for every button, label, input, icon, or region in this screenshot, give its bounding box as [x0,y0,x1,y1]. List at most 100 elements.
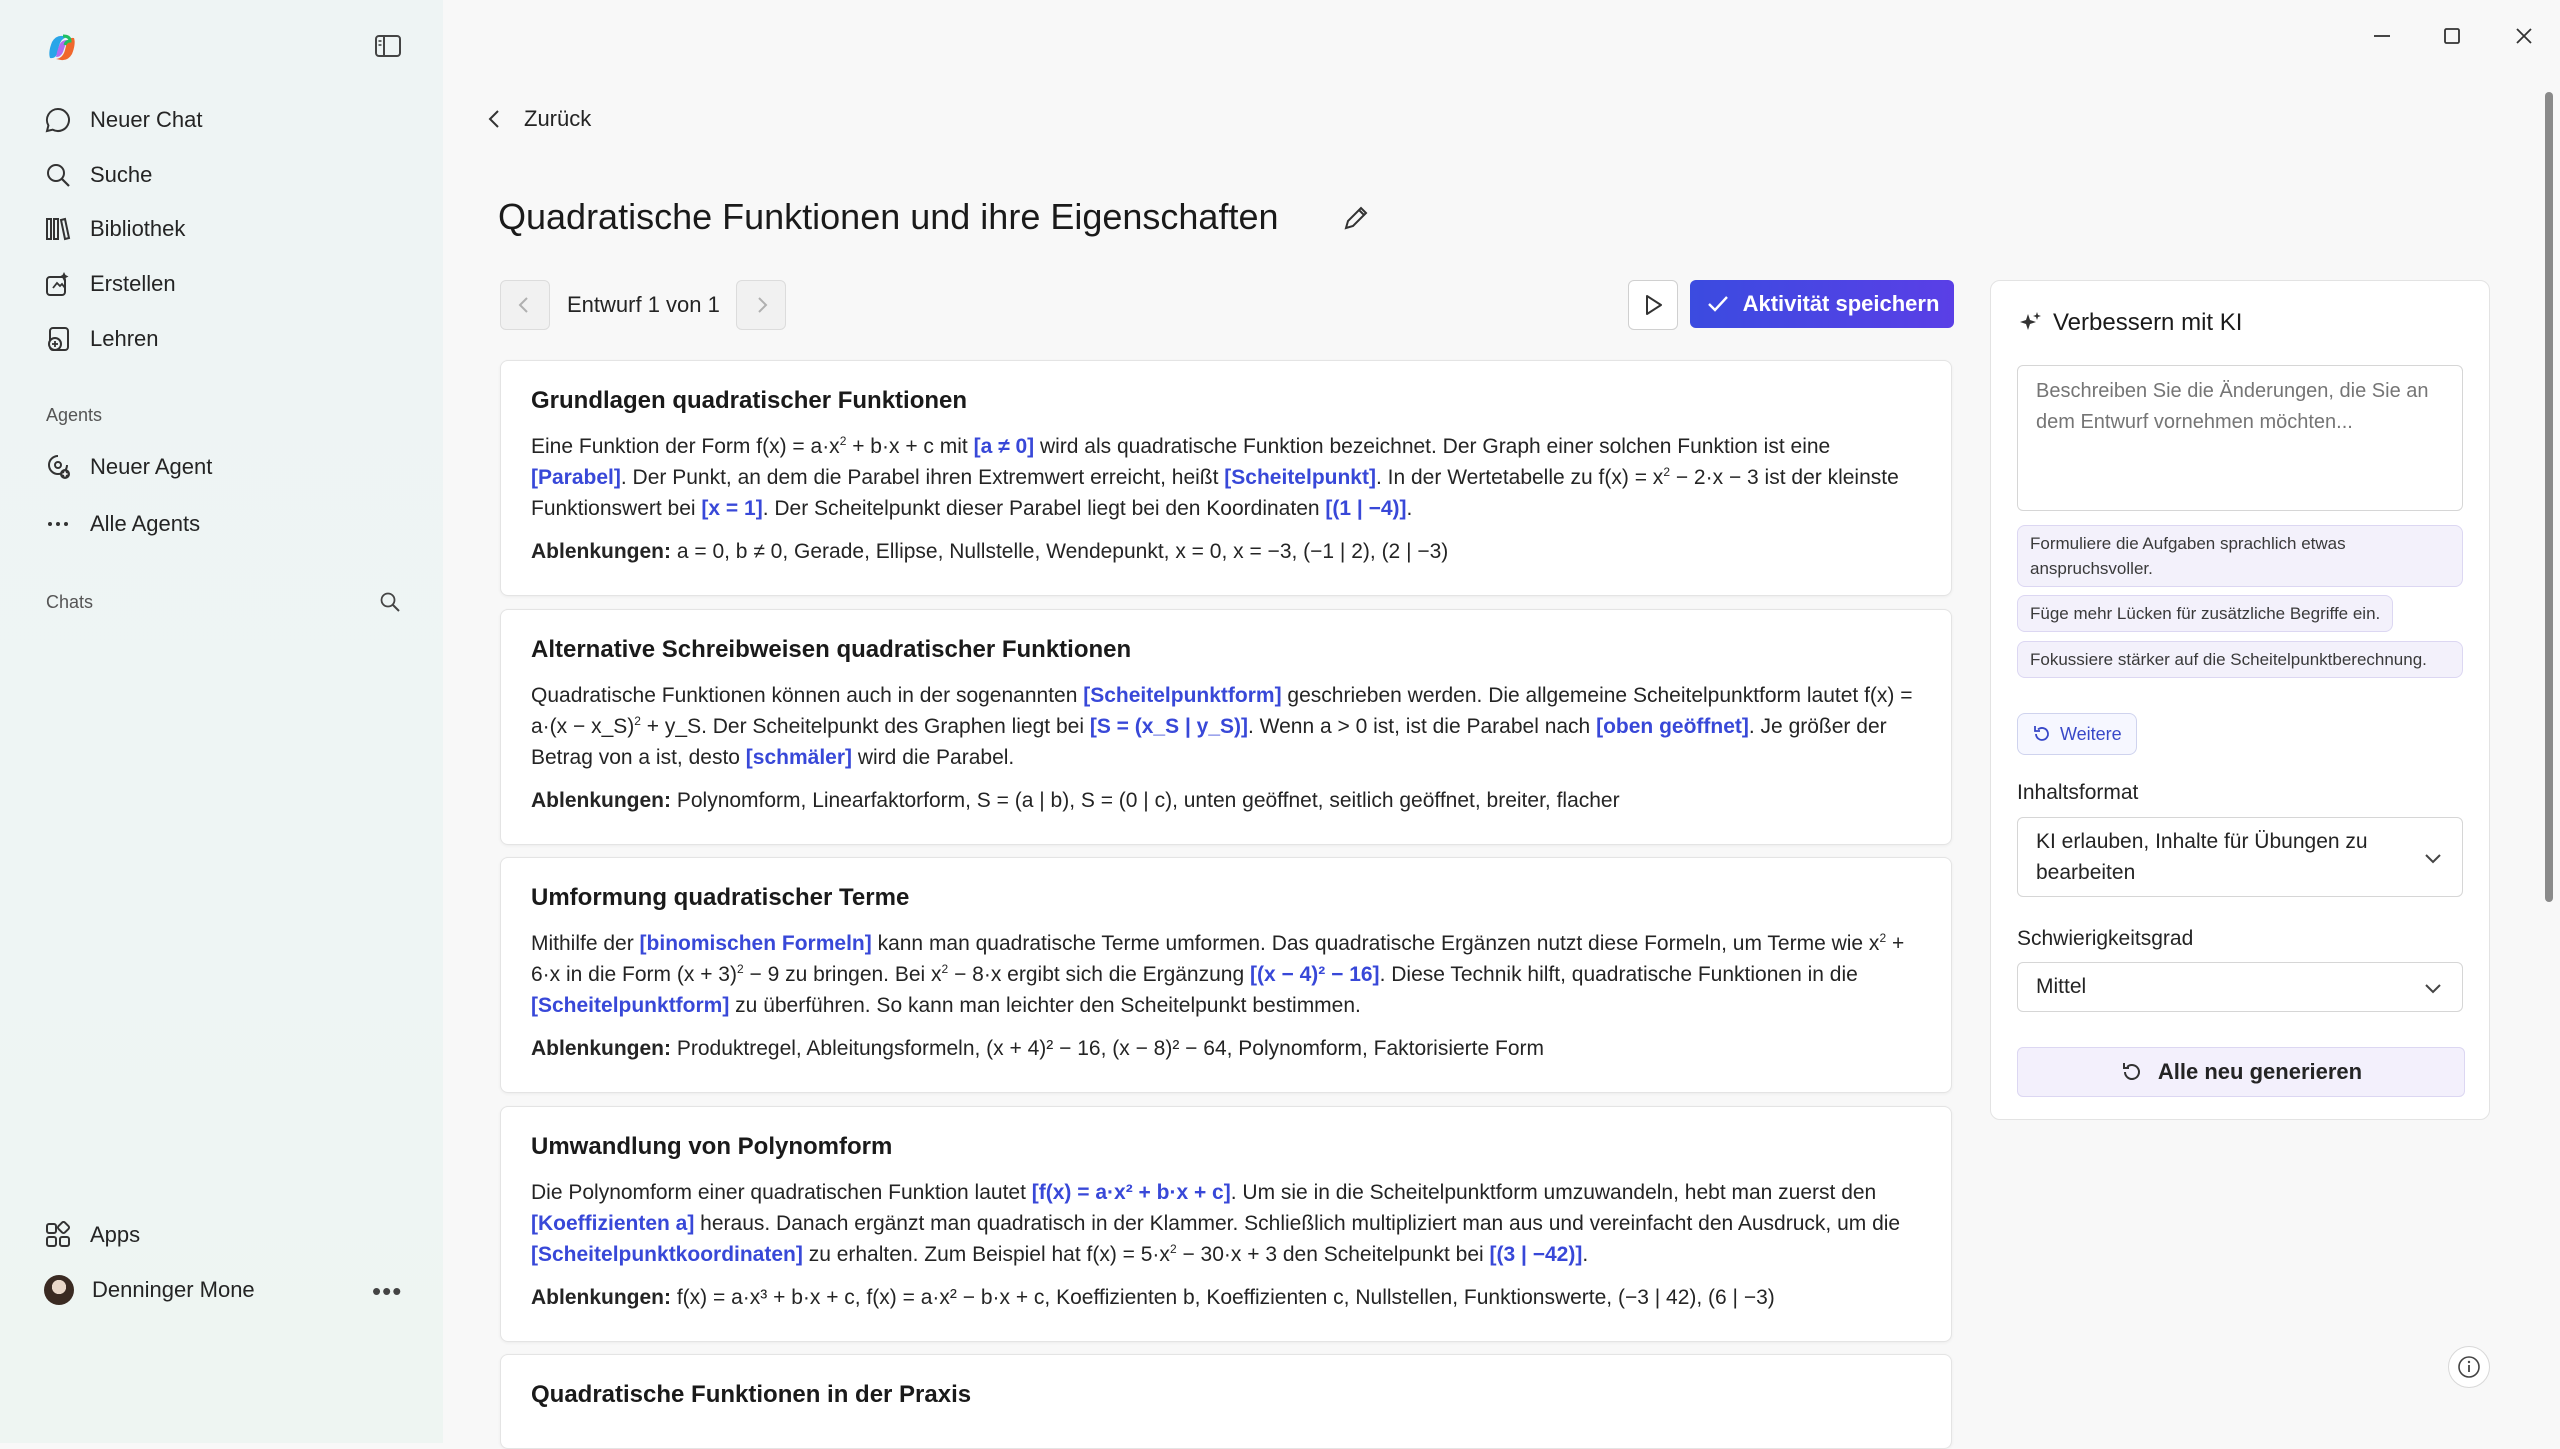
text-segment: + b·x + c mit [846,435,974,458]
preview-play-button[interactable] [1628,280,1678,330]
more-label: Weitere [2060,723,2122,744]
panel-title-text: Verbessern mit KI [2053,309,2243,336]
gap-word: [Koeffizienten a] [531,1212,695,1235]
card-title: Alternative Schreibweisen quadratischer … [531,636,1132,663]
card-body: Mithilfe der [binomischen Formeln] kann … [531,928,1921,1021]
sidebar-toggle-icon[interactable] [374,34,402,58]
sidebar: Neuer Chat Suche Bibliothek Erstellen Le… [0,0,443,1443]
text-segment: Die Polynomform einer quadratischen Funk… [531,1181,1032,1204]
info-icon [2458,1356,2480,1378]
nav-label: Neuer Agent [90,454,213,479]
exercise-card[interactable]: Alternative Schreibweisen quadratischer … [500,609,1952,845]
chat-icon [45,107,70,133]
nav-all-agents[interactable]: Alle Agents [44,504,200,544]
library-icon [46,217,71,241]
save-activity-button[interactable]: Aktivität speichern [1690,280,1954,328]
nav-label: Lehren [90,326,159,351]
more-suggestions-button[interactable]: Weitere [2017,713,2137,755]
text-segment: . [1582,1243,1589,1266]
nav-teach[interactable]: Lehren [44,319,159,359]
suggestion-chip[interactable]: Fokussiere stärker auf die Scheitelpunkt… [2017,641,2463,678]
create-icon [46,272,69,296]
regenerate-all-button[interactable]: Alle neu generieren [2017,1047,2465,1097]
text-segment: − 9 zu bringen. Bei x [743,963,942,986]
chevron-down-icon [2425,984,2441,994]
nav-new-chat[interactable]: Neuer Chat [44,100,203,140]
chats-section-label: Chats [46,592,94,612]
text-segment: . Der Punkt, an dem die Parabel ihren Ex… [620,466,1225,489]
chevron-down-icon [2425,854,2441,864]
card-distractors: Ablenkungen: a = 0, b ≠ 0, Gerade, Ellip… [531,536,1921,567]
distractors-label: Ablenkungen: [531,540,671,563]
distractors-label: Ablenkungen: [531,1037,671,1060]
gap-word: [schmäler] [745,746,853,769]
maximize-icon[interactable] [2438,22,2466,50]
card-title: Quadratische Funktionen in der Praxis [531,1381,972,1408]
gap-word: [S = (x_S | y_S)] [1089,715,1249,738]
gap-word: [Scheitelpunktkoordinaten] [531,1243,803,1266]
back-button[interactable]: Zurück [484,106,591,132]
text-segment: . Wenn a > 0 ist, ist die Parabel nach [1248,715,1597,738]
scrollbar[interactable] [2545,92,2553,902]
distractors-text: Produktregel, Ableitungsformeln, (x + 4)… [676,1037,1545,1060]
user-profile[interactable]: Denninger Mone [44,1270,255,1310]
superscript: 2 [1169,1242,1177,1256]
exercise-card[interactable]: Quadratische Funktionen in der Praxis [500,1354,1952,1449]
superscript: 2 [634,714,641,728]
content-format-select[interactable]: KI erlauben, Inhalte für Übungen zu bear… [2017,817,2463,897]
card-title: Grundlagen quadratischer Funktionen [531,387,968,414]
user-name: Denninger Mone [92,1277,255,1302]
nav-label: Erstellen [90,271,176,296]
text-segment: + y_S. Der Scheitelpunkt des Graphen lie… [640,715,1090,738]
text-segment: wird die Parabel. [852,746,1015,769]
nav-library[interactable]: Bibliothek [44,209,185,249]
close-icon[interactable] [2510,22,2538,50]
gap-word: [f(x) = a·x² + b·x + c] [1031,1181,1231,1204]
draft-prev-button[interactable] [500,280,550,330]
copilot-logo-icon[interactable] [46,32,78,64]
suggestion-chip[interactable]: Füge mehr Lücken für zusätzliche Begriff… [2017,595,2394,632]
superscript: 2 [736,962,744,976]
exercise-card[interactable]: Umformung quadratischer Terme Mithilfe d… [500,857,1952,1093]
difficulty-select[interactable]: Mittel [2017,962,2463,1012]
checkmark-icon [1707,296,1728,312]
panel-title: Verbessern mit KI [2019,309,2242,337]
user-more-icon[interactable]: ••• [372,1276,402,1307]
ai-change-input[interactable] [2017,365,2463,511]
nav-label: Apps [90,1222,141,1247]
back-label: Zurück [524,106,592,131]
gap-word: [Scheitelpunktform] [1083,684,1282,707]
text-segment: Eine Funktion der Form f(x) = a·x [531,435,840,458]
nav-create[interactable]: Erstellen [44,264,176,304]
edit-pencil-icon[interactable] [1340,202,1372,234]
nav-label: Bibliothek [90,216,186,241]
ai-improve-panel: Verbessern mit KI Formuliere die Aufgabe… [1990,280,2490,1120]
text-segment: . [1406,497,1413,520]
distractors-text: Polynomform, Linearfaktorform, S = (a | … [676,789,1620,812]
refresh-icon [2034,726,2049,741]
suggestion-chip[interactable]: Formuliere die Aufgaben sprachlich etwas… [2017,525,2463,587]
nav-new-agent[interactable]: Neuer Agent [44,447,212,487]
more-icon [48,522,68,526]
text-segment: kann man quadratische Terme umformen. Da… [871,932,1880,955]
nav-label: Alle Agents [90,511,201,536]
play-icon [1646,295,1662,315]
save-label: Aktivität speichern [1742,291,1940,316]
gap-word: [a ≠ 0] [973,435,1035,458]
superscript: 2 [1663,465,1670,479]
nav-apps[interactable]: Apps [44,1215,140,1255]
text-segment: . Diese Technik hilft, quadratische Funk… [1379,963,1858,986]
content-format-value: KI erlauben, Inhalte für Übungen zu bear… [2036,830,2368,884]
nav-label: Neuer Chat [90,107,203,132]
draft-next-button[interactable] [736,280,786,330]
content-format-label: Inhaltsformat [2017,781,2139,804]
gap-word: [Parabel] [531,466,621,489]
exercise-card[interactable]: Grundlagen quadratischer Funktionen Eine… [500,360,1952,596]
info-button[interactable] [2448,1346,2490,1388]
refresh-icon [2122,1063,2140,1080]
minimize-icon[interactable] [2368,22,2396,50]
chats-search-icon[interactable] [378,590,402,614]
exercise-card[interactable]: Umwandlung von Polynomform Die Polynomfo… [500,1106,1952,1342]
nav-search[interactable]: Suche [44,155,152,195]
card-title: Umformung quadratischer Terme [531,884,910,911]
